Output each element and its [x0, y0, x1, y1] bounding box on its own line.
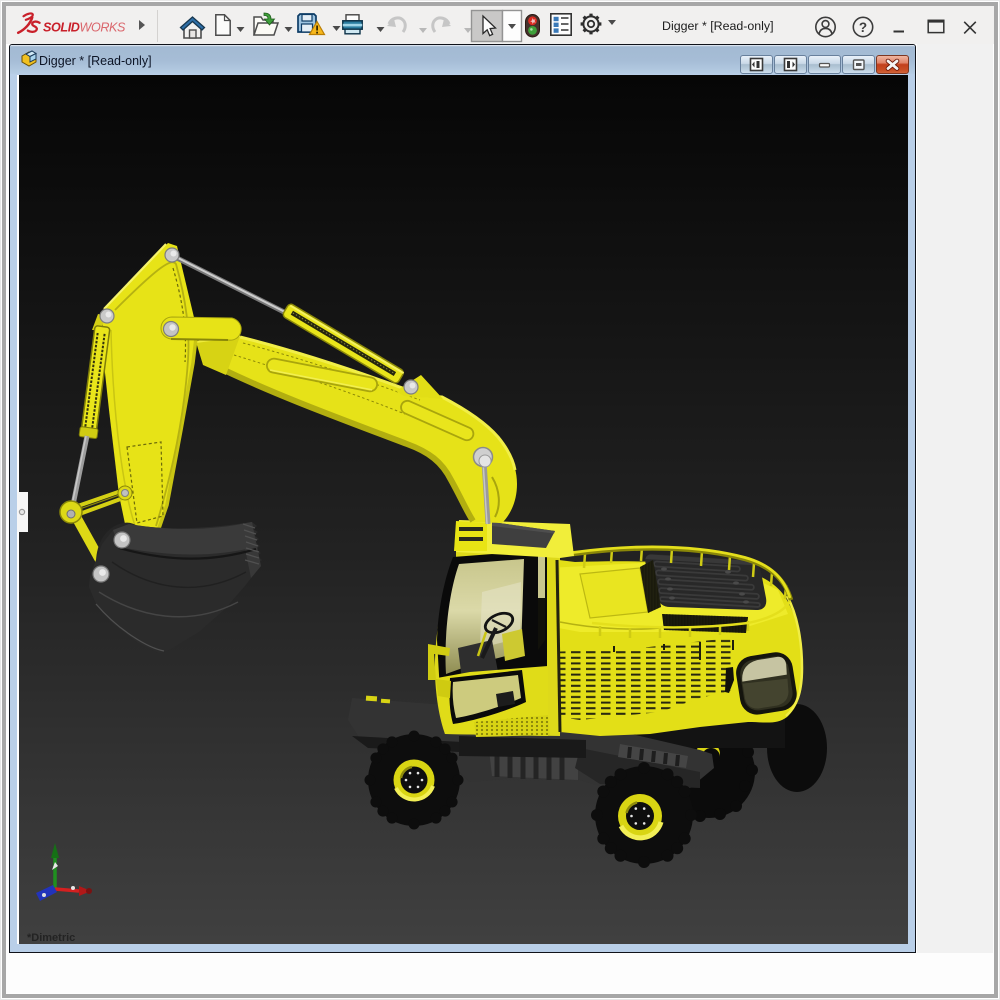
svg-text:Digger * [Read-only]: Digger * [Read-only]: [662, 19, 774, 33]
svg-text:?: ?: [859, 20, 867, 35]
svg-text:*Dimetric: *Dimetric: [27, 932, 75, 944]
